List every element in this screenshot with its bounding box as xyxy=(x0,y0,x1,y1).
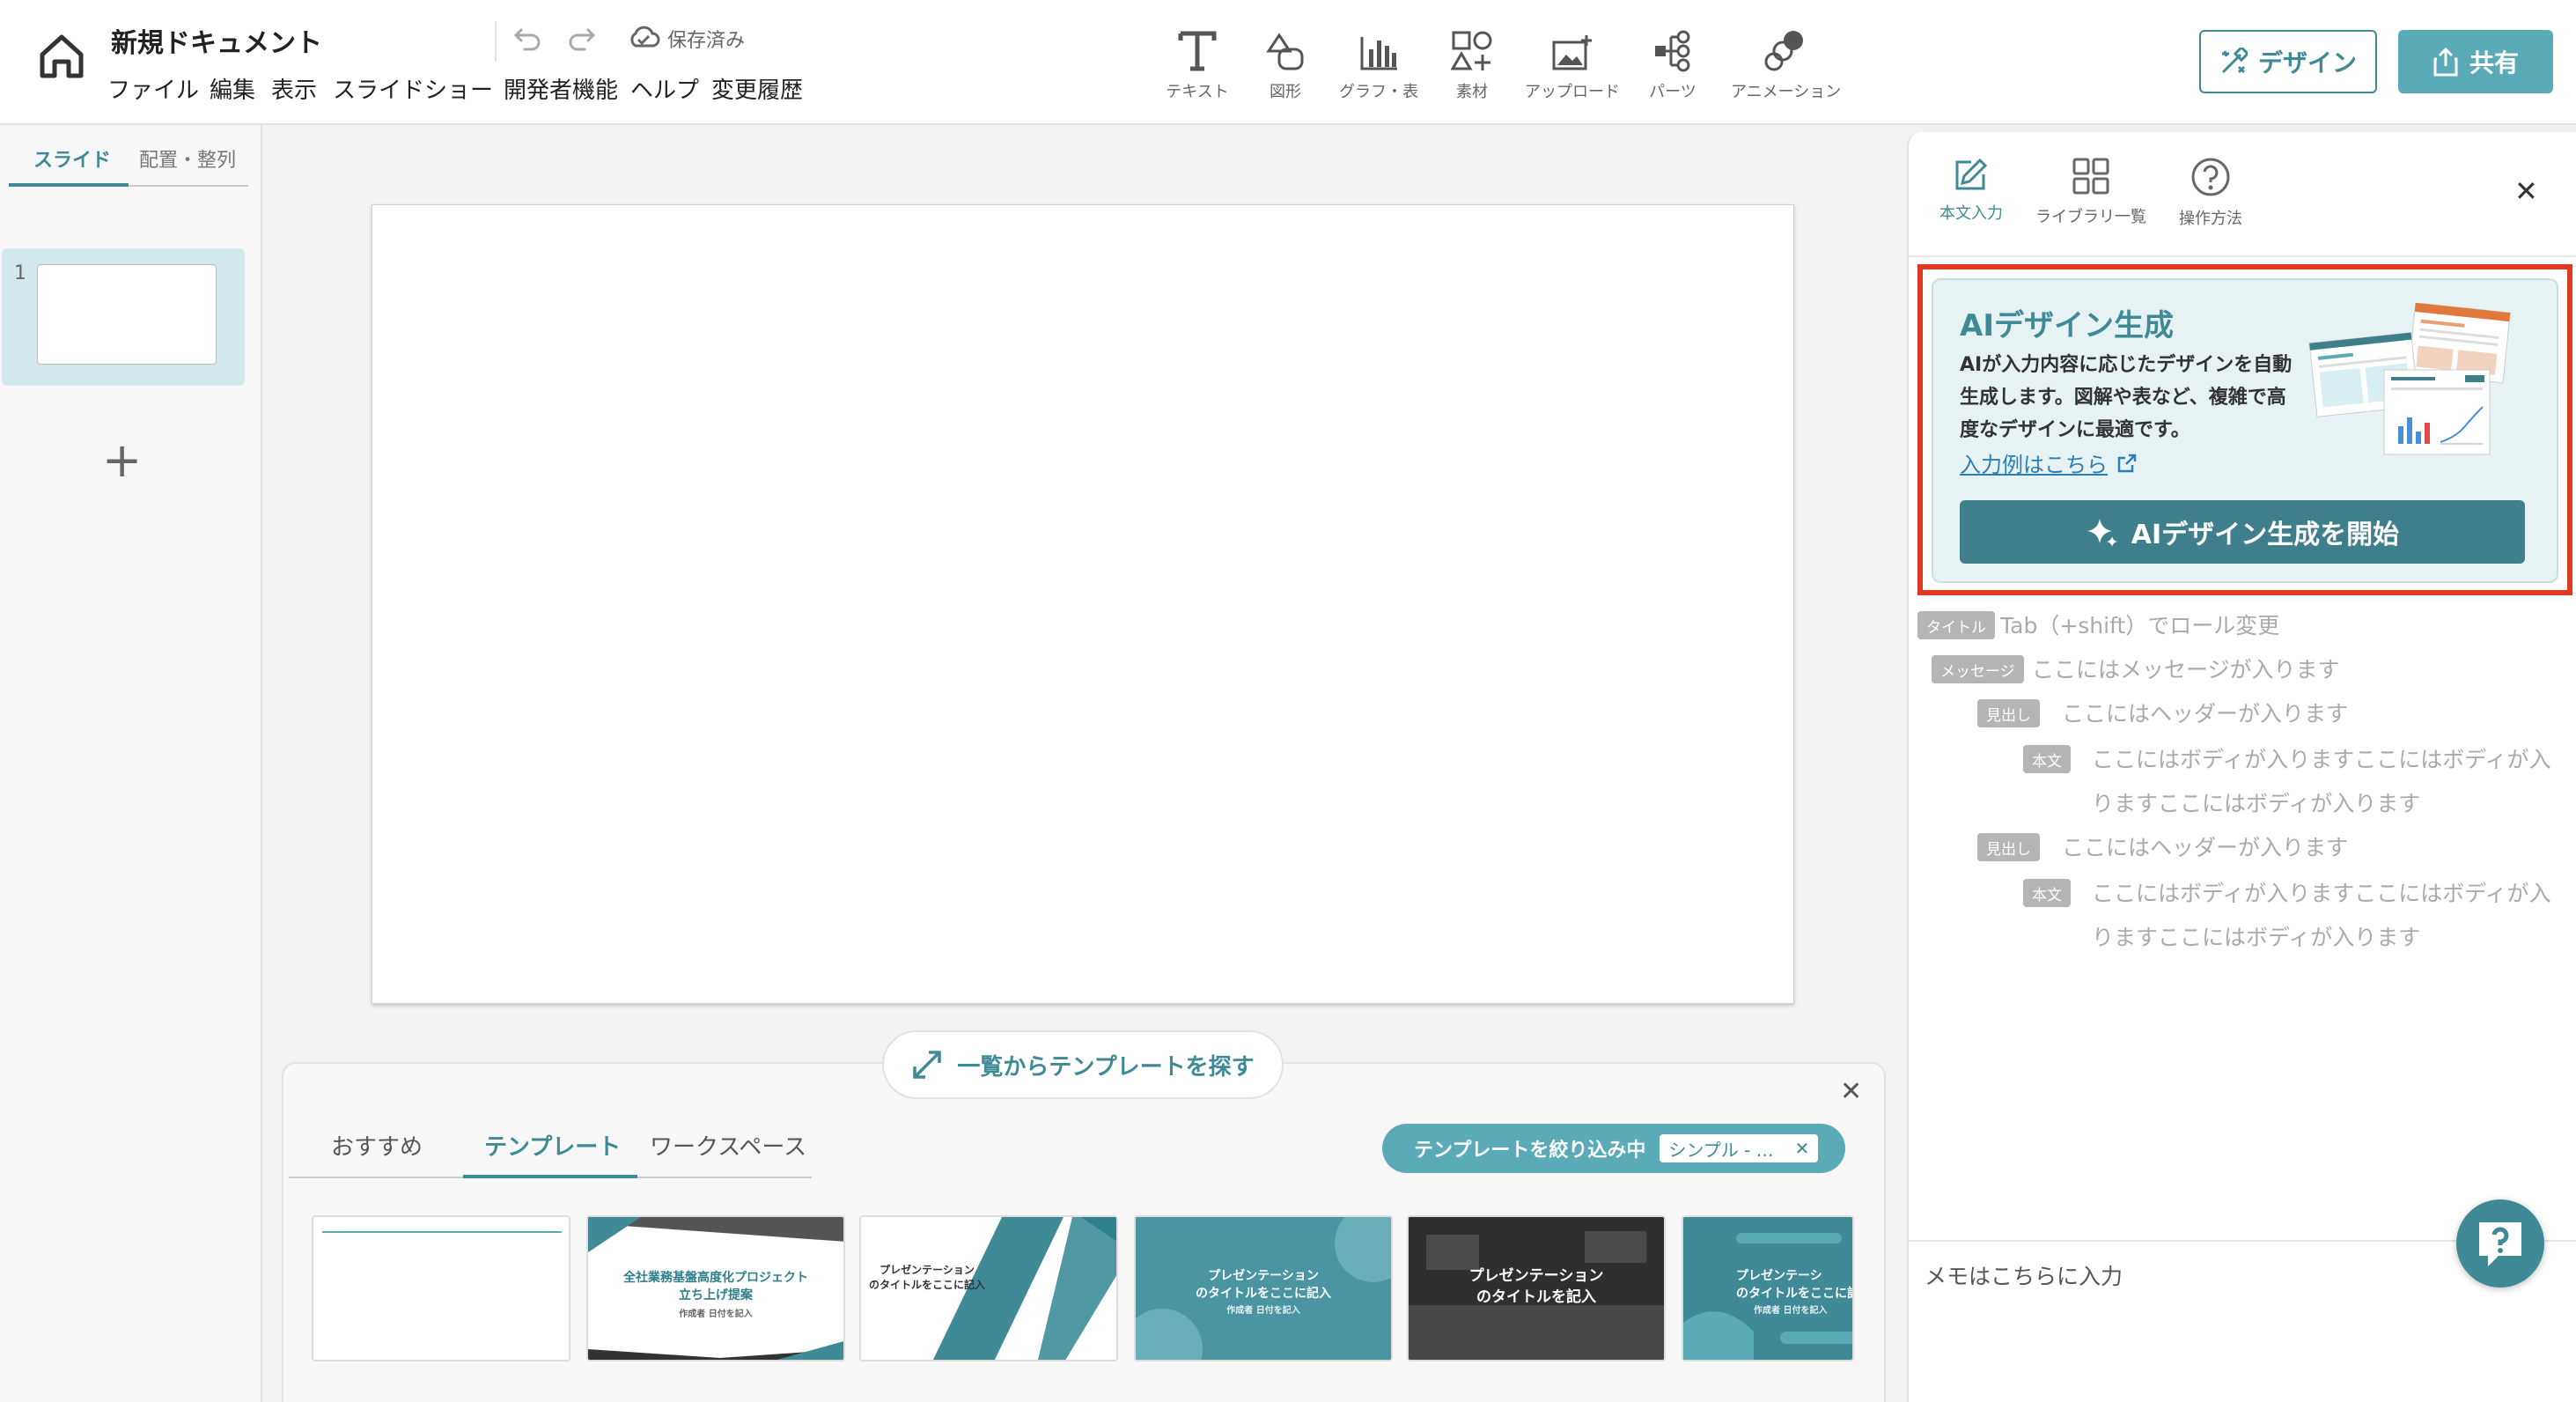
menu-edit[interactable]: 編集 xyxy=(210,72,255,105)
outline-heading-text[interactable]: ここにはヘッダーが入ります xyxy=(2062,826,2555,870)
image-upload-icon xyxy=(1520,23,1625,72)
close-icon[interactable]: ✕ xyxy=(1795,1138,1810,1159)
slide-number: 1 xyxy=(14,262,26,284)
shape-icon xyxy=(1233,23,1338,72)
bar-chart-icon xyxy=(1326,23,1432,72)
role-tag-body[interactable]: 本文 xyxy=(2023,879,2071,907)
tab-arrange[interactable]: 配置・整列 xyxy=(139,144,236,173)
undo-icon[interactable] xyxy=(511,21,546,56)
animation-icon xyxy=(1731,23,1836,72)
tab-slides[interactable]: スライド xyxy=(33,144,111,173)
tool-upload[interactable]: アップロード xyxy=(1520,23,1625,102)
template-filter[interactable]: テンプレートを絞り込み中 シンプル - … ✕ xyxy=(1382,1124,1845,1173)
memo-input[interactable]: メモはこちらに入力 xyxy=(1925,1259,2123,1291)
design-samples-illustration xyxy=(2307,303,2516,465)
role-tag-body[interactable]: 本文 xyxy=(2023,745,2071,773)
card-rule xyxy=(322,1231,562,1233)
tab-active-indicator xyxy=(9,183,129,187)
divider xyxy=(1907,255,2576,257)
document-title[interactable]: 新規ドキュメント xyxy=(111,21,322,60)
role-tag-title[interactable]: タイトル xyxy=(1917,611,1995,639)
outline-heading-text[interactable]: ここにはヘッダーが入ります xyxy=(2062,692,2555,736)
expand-icon xyxy=(911,1049,943,1081)
grid-icon xyxy=(2034,157,2148,196)
tab-body-input[interactable]: 本文入力 xyxy=(1914,157,2028,224)
share-icon xyxy=(2432,47,2459,77)
share-button[interactable]: 共有 xyxy=(2398,30,2553,93)
template-card[interactable]: プレゼンテーション のタイトルをここに記入 xyxy=(859,1215,1118,1361)
design-button[interactable]: デザイン xyxy=(2199,30,2377,93)
add-slide-button[interactable]: + xyxy=(102,437,142,484)
help-chat-button[interactable] xyxy=(2456,1199,2544,1288)
material-icon xyxy=(1419,23,1525,72)
cloud-check-icon xyxy=(627,23,660,51)
browse-templates-button[interactable]: 一覧からテンプレートを探す xyxy=(882,1030,1284,1099)
template-card[interactable]: プレゼンテーシ のタイトルをここに記 作成者 日付を記入 xyxy=(1682,1215,1854,1361)
menu-history[interactable]: 変更履歴 xyxy=(711,72,803,105)
question-icon xyxy=(2472,1215,2528,1272)
sparkle-icon xyxy=(2086,515,2119,549)
ai-design-title: AIデザイン生成 xyxy=(1960,308,2174,343)
outline-body-text[interactable]: ここにはボディが入りますここにはボディが入りますここにはボディが入ります xyxy=(2092,872,2558,960)
tool-material[interactable]: 素材 xyxy=(1419,23,1525,102)
home-icon[interactable] xyxy=(35,30,88,83)
question-icon xyxy=(2153,157,2268,197)
menu-view[interactable]: 表示 xyxy=(271,72,317,105)
outline-title-text[interactable]: Tab（+shift）でロール変更 xyxy=(2000,604,2528,648)
tab-recommended[interactable]: おすすめ xyxy=(331,1129,423,1162)
edit-icon xyxy=(1914,157,2028,192)
menu-developer[interactable]: 開発者機能 xyxy=(504,72,618,105)
menu-help[interactable]: ヘルプ xyxy=(630,72,699,105)
redo-icon[interactable] xyxy=(563,21,599,56)
ai-design-start-button[interactable]: AIデザイン生成を開始 xyxy=(1960,500,2525,564)
tool-animation[interactable]: アニメーション xyxy=(1731,23,1841,102)
filter-chip[interactable]: シンプル - … ✕ xyxy=(1660,1134,1819,1162)
example-link[interactable]: 入力例はこちら xyxy=(1960,447,2138,478)
template-card[interactable]: プレゼンテーション のタイトルを記入 xyxy=(1407,1215,1666,1361)
role-tag-heading[interactable]: 見出し xyxy=(1977,699,2040,727)
external-link-icon xyxy=(2116,453,2138,474)
tab-help[interactable]: 操作方法 xyxy=(2153,157,2268,229)
role-tag-message[interactable]: メッセージ xyxy=(1932,655,2024,683)
role-tag-heading[interactable]: 見出し xyxy=(1977,833,2040,861)
tab-workspace[interactable]: ワークスペース xyxy=(650,1129,806,1162)
menu-file[interactable]: ファイル xyxy=(107,72,199,105)
slide-canvas[interactable] xyxy=(372,204,1794,1004)
close-icon[interactable]: ✕ xyxy=(1840,1076,1862,1107)
template-card[interactable]: 全社業務基盤高度化プロジェクト 立ち上げ提案 作成者 日付を記入 xyxy=(586,1215,845,1361)
divider xyxy=(495,21,497,62)
tool-chart[interactable]: グラフ・表 xyxy=(1326,23,1432,102)
menu-slideshow[interactable]: スライドショー xyxy=(333,72,493,105)
magic-wand-icon xyxy=(2219,48,2248,76)
tab-active-indicator xyxy=(463,1175,637,1178)
template-card[interactable]: プレゼンテーション のタイトルをここに記入 作成者 日付を記入 xyxy=(1134,1215,1393,1361)
parts-icon xyxy=(1620,23,1726,72)
template-card[interactable] xyxy=(312,1215,570,1361)
ai-design-description: AIが入力内容に応じたデザインを自動生成します。図解や表など、複雑で高度なデザイ… xyxy=(1960,354,2293,441)
saved-status: 保存済み xyxy=(667,30,746,52)
close-icon[interactable]: ✕ xyxy=(2514,174,2538,208)
outline-message-text[interactable]: ここにはメッセージが入ります xyxy=(2032,648,2543,692)
tab-library[interactable]: ライブラリ一覧 xyxy=(2034,157,2148,227)
tool-shape[interactable]: 図形 xyxy=(1233,23,1338,102)
outline-body-text[interactable]: ここにはボディが入りますここにはボディが入りますここにはボディが入ります xyxy=(2092,738,2558,826)
tab-templates[interactable]: テンプレート xyxy=(484,1129,621,1162)
tool-parts[interactable]: パーツ xyxy=(1620,23,1726,102)
slide-thumbnail[interactable] xyxy=(37,264,217,365)
